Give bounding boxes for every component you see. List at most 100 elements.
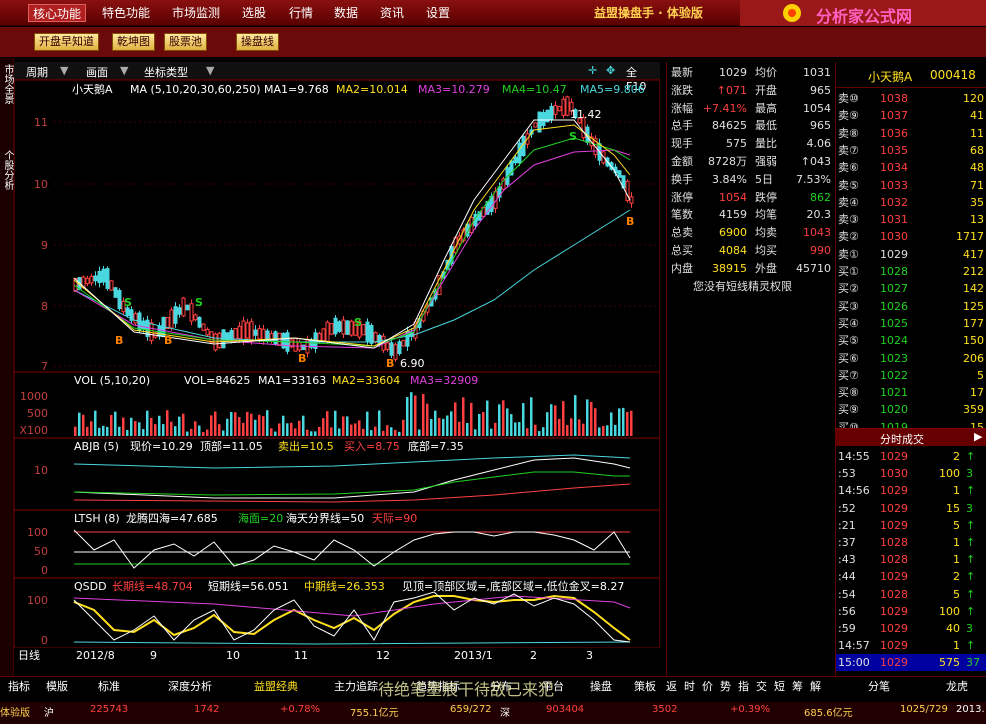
sell-level[interactable]: 卖⑧ 1036 11	[836, 125, 986, 142]
bottom-tab[interactable]: 益盟经典	[248, 679, 304, 695]
buy-level[interactable]: 买⑨ 1020 359	[836, 401, 986, 418]
strip-stock[interactable]: 个股分析	[2, 150, 13, 190]
level-price: 1021	[880, 386, 908, 400]
bottom-tab[interactable]: 标准	[92, 679, 126, 695]
screen-dropdown[interactable]: 画面	[86, 64, 108, 80]
sell-level[interactable]: 卖③ 1031 13	[836, 211, 986, 228]
level-label: 卖⑧	[838, 126, 859, 140]
volume-bar	[558, 418, 561, 436]
screen-arrow-icon[interactable]: ▼	[120, 64, 128, 77]
status-version: 体验版	[0, 708, 30, 719]
sell-level[interactable]: 卖⑤ 1033 71	[836, 177, 986, 194]
volume-bar	[326, 411, 329, 436]
right-tab[interactable]: 返	[664, 679, 679, 695]
buy-level[interactable]: 买① 1028 212	[836, 263, 986, 280]
flower-icon	[783, 4, 801, 22]
right-tab[interactable]: 势	[718, 679, 733, 695]
qiankun-button[interactable]: 乾坤图	[112, 33, 155, 51]
trade-row: 14:55 1029 2 ↑	[836, 448, 986, 465]
period-label[interactable]: 日线	[18, 648, 40, 660]
quote-row: 现手 575 量比 4.06	[667, 135, 835, 152]
level-label: 卖②	[838, 230, 859, 244]
move-icon[interactable]: ✥	[606, 64, 615, 77]
volume-bar	[606, 425, 609, 436]
status-sz-amount: 685.6亿元	[804, 708, 853, 719]
strip-market[interactable]: 市场全景	[2, 64, 13, 104]
menu-quote[interactable]: 行情	[285, 4, 317, 22]
buy-level[interactable]: 买⑤ 1024 150	[836, 332, 986, 349]
trade-price: 1029	[880, 518, 908, 532]
stock-pool-button[interactable]: 股票池	[164, 33, 207, 51]
level-label: 卖⑤	[838, 178, 859, 192]
volume-bar	[270, 428, 273, 436]
ltsh-d: 天际=90	[372, 512, 417, 525]
bottom-tab[interactable]: 操盘	[584, 679, 618, 695]
bottom-tab[interactable]: 深度分析	[162, 679, 218, 695]
quote-value: 862	[810, 190, 831, 204]
abjb-top: 顶部=11.05	[200, 439, 263, 453]
menu-settings[interactable]: 设置	[422, 4, 454, 22]
trade-price: 1028	[880, 553, 908, 567]
sell-level[interactable]: 卖② 1030 1717	[836, 228, 986, 245]
sell-level[interactable]: 卖⑥ 1034 48	[836, 159, 986, 176]
level-volume: 177	[963, 316, 984, 330]
order-tab[interactable]: 分笔	[862, 679, 896, 695]
volume-bar	[534, 424, 537, 436]
buy-level[interactable]: 买⑥ 1023 206	[836, 350, 986, 367]
volume-bar	[490, 428, 493, 436]
right-tab[interactable]: 解	[808, 679, 823, 695]
kline-chart[interactable]: 11 10 9 8 7 小天鹅A MA (5,10,20,30,60,250) …	[14, 80, 660, 660]
right-tab[interactable]: 指	[736, 679, 751, 695]
axis-dropdown[interactable]: 坐标类型	[144, 64, 188, 80]
right-tab[interactable]: 交	[754, 679, 769, 695]
open-early-button[interactable]: 开盘早知道	[34, 33, 99, 51]
volume-bar	[130, 417, 133, 436]
menu-select[interactable]: 选股	[238, 4, 270, 22]
bottom-tab[interactable]: 主力追踪	[328, 679, 384, 695]
menu-special[interactable]: 特色功能	[98, 4, 154, 22]
quote-value: 965	[810, 119, 831, 133]
qsdd-mid-line	[73, 594, 631, 641]
axis-arrow-icon[interactable]: ▼	[206, 64, 214, 77]
trades-arrow-icon[interactable]: ▶	[974, 430, 982, 443]
right-tab[interactable]: 短	[772, 679, 787, 695]
buy-level[interactable]: 买⑦ 1022 5	[836, 367, 986, 384]
buy-level[interactable]: 买③ 1026 125	[836, 298, 986, 315]
right-tab[interactable]: 时	[682, 679, 697, 695]
buy-level[interactable]: 买④ 1025 177	[836, 315, 986, 332]
notice-text: 您没有短线精灵权限	[693, 280, 792, 293]
menu-core[interactable]: 核心功能	[28, 4, 87, 22]
menu-data[interactable]: 数据	[330, 4, 362, 22]
period-dropdown[interactable]: 周期	[26, 64, 48, 80]
right-tab[interactable]: 筹	[790, 679, 805, 695]
bottom-tab[interactable]: 策板	[628, 679, 662, 695]
bottom-tab[interactable]: 指标	[2, 679, 36, 695]
trade-row: :53 1030 100 3	[836, 465, 986, 482]
trade-time: 14:57	[838, 639, 870, 653]
menu-news[interactable]: 资讯	[376, 4, 408, 22]
bottom-tab[interactable]: 模版	[40, 679, 74, 695]
buy-level[interactable]: 买⑧ 1021 17	[836, 384, 986, 401]
sell-level[interactable]: 卖① 1029 417	[836, 246, 986, 263]
ltsh-a: 龙腾四海=47.685	[126, 511, 218, 525]
sell-level[interactable]: 卖⑨ 1037 41	[836, 107, 986, 124]
level-volume: 71	[970, 178, 984, 192]
buy-level[interactable]: 买② 1027 142	[836, 280, 986, 297]
xtick: 3	[586, 649, 593, 660]
sell-level[interactable]: 卖④ 1032 35	[836, 194, 986, 211]
volume-bar	[466, 423, 469, 436]
right-tab[interactable]: 价	[700, 679, 715, 695]
crosshair-icon[interactable]: ✛	[588, 64, 597, 77]
trade-time: :59	[838, 622, 856, 635]
sell-level[interactable]: 卖⑦ 1035 68	[836, 142, 986, 159]
menu-monitor[interactable]: 市场监测	[168, 4, 224, 22]
sell-level[interactable]: 卖⑩ 1038 120	[836, 90, 986, 107]
level-price: 1026	[880, 299, 908, 313]
order-tab[interactable]: 龙虎	[940, 679, 974, 695]
ltsh-label: LTSH (8)	[74, 512, 120, 525]
operate-line-button[interactable]: 操盘线	[236, 33, 279, 51]
period-arrow-icon[interactable]: ▼	[60, 64, 68, 77]
trade-time: :54	[838, 587, 856, 601]
trade-price: 1029	[880, 450, 908, 463]
candle	[169, 309, 174, 329]
